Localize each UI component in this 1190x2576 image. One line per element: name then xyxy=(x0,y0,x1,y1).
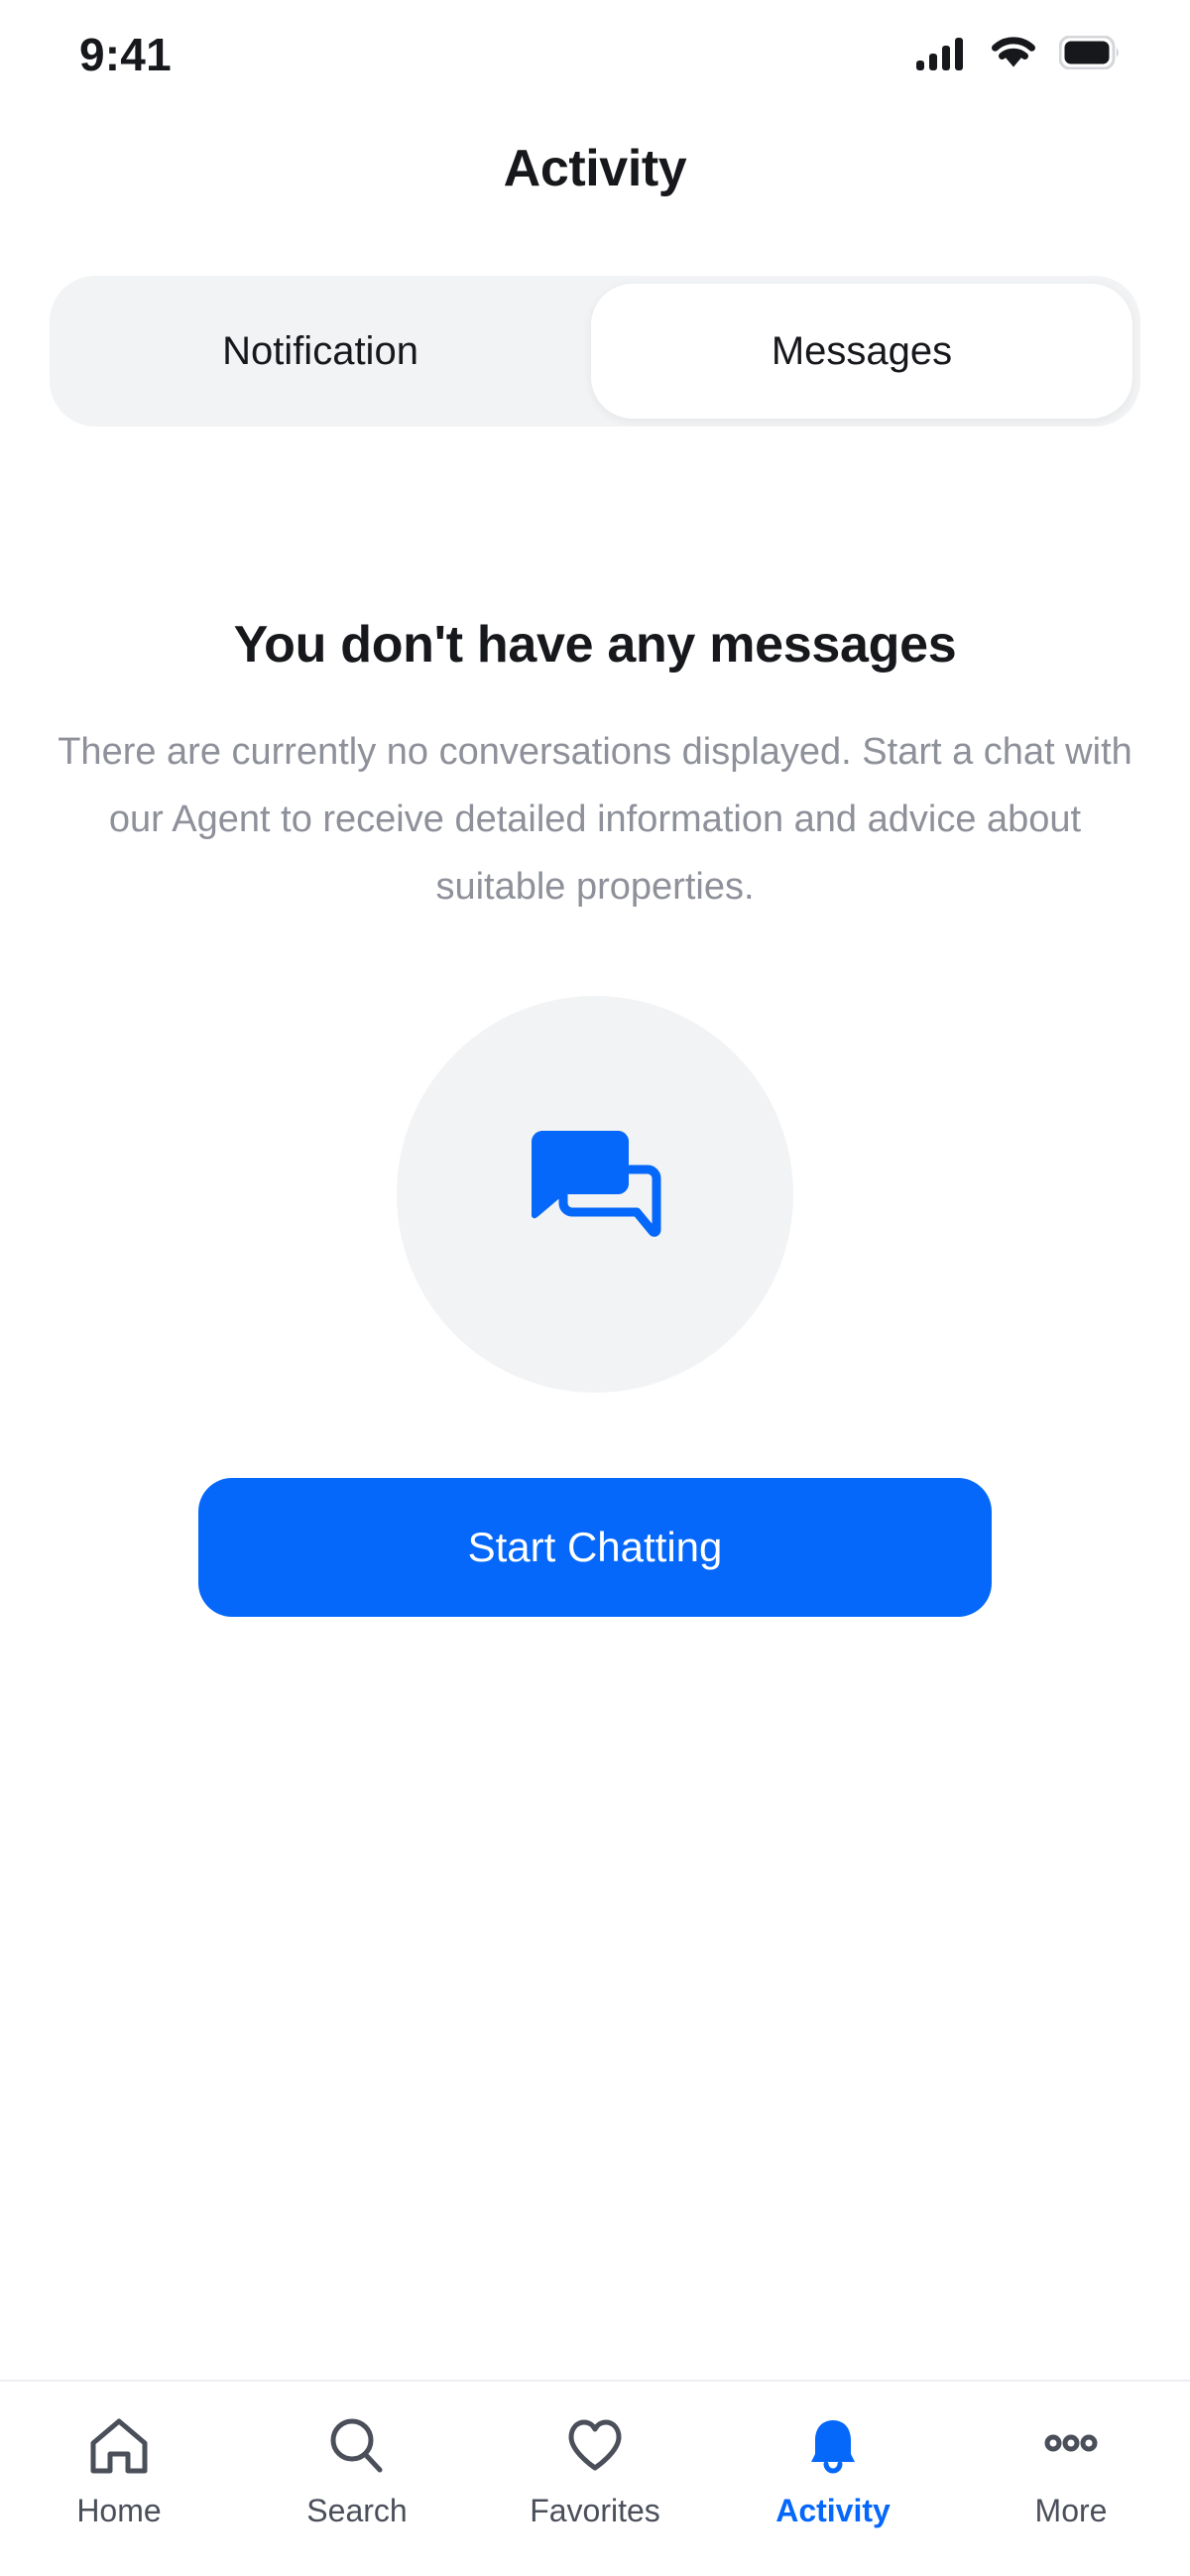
nav-label-more: More xyxy=(1034,2493,1108,2528)
empty-state-illustration xyxy=(397,996,793,1393)
app-screen: 9:41 Activity Notification Messages You … xyxy=(0,0,1190,2576)
chat-bubbles-icon xyxy=(516,1113,674,1277)
nav-item-search[interactable]: Search xyxy=(238,2415,476,2529)
nav-label-favorites: Favorites xyxy=(530,2493,660,2528)
nav-item-activity[interactable]: Activity xyxy=(714,2415,952,2529)
bell-icon xyxy=(802,2415,864,2477)
heart-icon xyxy=(564,2415,626,2477)
nav-item-home[interactable]: Home xyxy=(0,2415,238,2529)
status-bar-time: 9:41 xyxy=(79,29,172,80)
bottom-navigation: Home Search Favorites Activity More xyxy=(0,2380,1190,2576)
more-dots-icon xyxy=(1040,2415,1102,2477)
search-icon xyxy=(326,2415,388,2477)
status-bar-icons xyxy=(916,35,1121,75)
page-title: Activity xyxy=(503,140,687,197)
status-bar: 9:41 xyxy=(0,0,1190,109)
page-header: Activity xyxy=(0,109,1190,228)
segmented-control: Notification Messages xyxy=(50,276,1140,427)
battery-full-icon xyxy=(1058,35,1121,74)
start-chatting-button[interactable]: Start Chatting xyxy=(198,1478,992,1617)
cellular-signal-icon xyxy=(916,35,968,75)
nav-label-search: Search xyxy=(306,2493,408,2528)
home-icon xyxy=(88,2415,150,2477)
empty-state-title: You don't have any messages xyxy=(233,616,957,674)
empty-state: You don't have any messages There are cu… xyxy=(0,427,1190,2380)
wifi-icon xyxy=(990,35,1037,75)
start-chatting-label: Start Chatting xyxy=(467,1524,723,1570)
empty-state-description: There are currently no conversations dis… xyxy=(58,731,1132,908)
segmented-control-wrapper: Notification Messages xyxy=(0,228,1190,427)
tab-messages[interactable]: Messages xyxy=(591,284,1132,419)
tab-notification-label: Notification xyxy=(222,328,418,373)
tab-messages-label: Messages xyxy=(771,328,953,373)
nav-item-favorites[interactable]: Favorites xyxy=(476,2415,714,2529)
tab-notification[interactable]: Notification xyxy=(50,276,591,427)
nav-item-more[interactable]: More xyxy=(952,2415,1190,2529)
nav-label-activity: Activity xyxy=(775,2493,891,2528)
nav-label-home: Home xyxy=(76,2493,162,2528)
